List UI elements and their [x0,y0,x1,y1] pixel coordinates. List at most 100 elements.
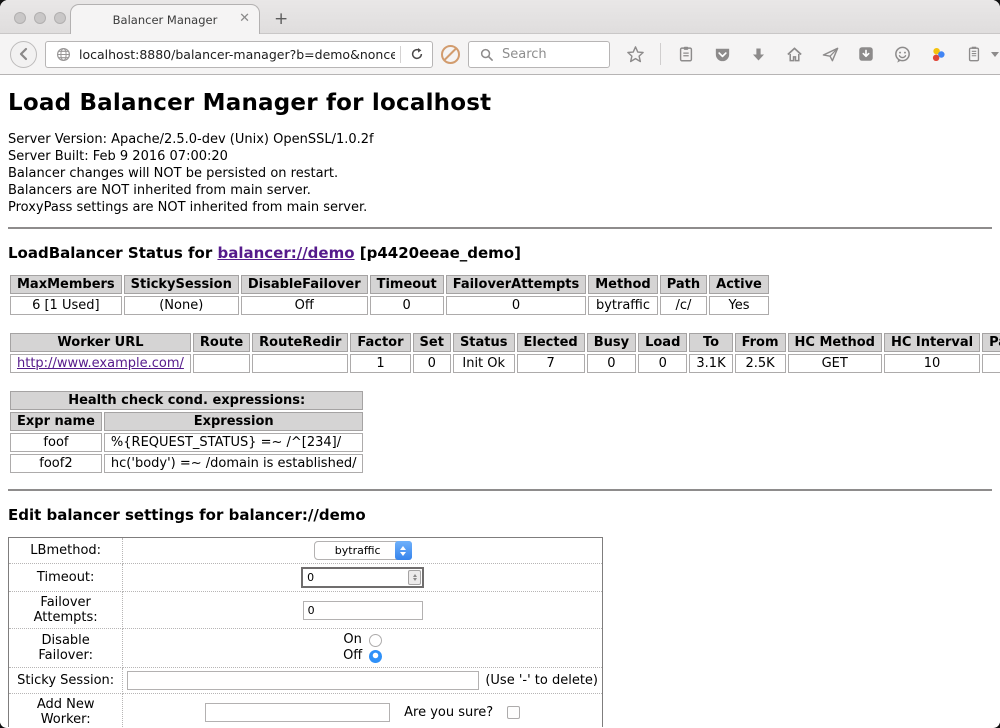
add-worker-row: Add New Worker: Are you sure? [9,694,603,728]
server-version: Server Version: Apache/2.5.0-dev (Unix) … [8,131,992,148]
server-built: Server Built: Feb 9 2016 07:00:20 [8,148,992,165]
dropdown-caret-icon[interactable] [991,52,999,57]
timeout-value: 0 [307,571,408,584]
worker-table-data-row: http://www.example.com/ 1 0 Init Ok 7 0 … [10,354,1000,373]
col-maxmembers: MaxMembers [10,275,122,294]
balancer-demo-link[interactable]: balancer://demo [217,244,354,262]
worker-table-header-row: Worker URL Route RouteRedir Factor Set S… [10,333,1000,352]
reload-icon[interactable] [406,43,428,65]
url-bar[interactable]: localhost:8880/balancer-manager?b=demo&n… [45,41,433,68]
hc-table-row-foof: foof %{REQUEST_STATUS} =~ /^[234]/ [10,433,363,452]
cell-maxmembers: 6 [1 Used] [10,296,122,315]
hc-table-row-foof2: foof2 hc('body') =~ /domain is establish… [10,454,363,473]
col-timeout: Timeout [370,275,444,294]
number-spinner-icon[interactable] [408,570,421,585]
pocket-icon[interactable] [711,43,733,65]
cell-expr-name: foof2 [10,454,102,473]
divider [8,227,992,229]
are-you-sure-checkbox[interactable] [507,706,520,719]
col-stickysession: StickySession [124,275,239,294]
block-icon[interactable] [441,45,460,64]
persist-note: Balancer changes will NOT be persisted o… [8,165,992,182]
balancer-table-data-row: 6 [1 Used] (None) Off 0 0 bytraffic /c/ … [10,296,769,315]
cell-passes: 1 (0) [982,354,1000,373]
bookmark-star-icon[interactable] [624,43,646,65]
timeout-row: Timeout: 0 [9,564,603,592]
balancer-status-table: MaxMembers StickySession DisableFailover… [8,273,771,317]
col-path: Path [660,275,707,294]
disable-failover-row: Disable Failover: On Off [9,629,603,668]
col-set: Set [413,333,451,352]
divider-2 [8,489,992,491]
cell-elected: 7 [517,354,585,373]
edit-balancer-form: LBmethod: bytraffic Timeout: 0 [8,537,603,727]
send-icon[interactable] [819,43,841,65]
tab-bar: Balancer Manager ✕ + [0,0,1000,34]
sticky-session-input[interactable] [127,671,479,690]
url-text[interactable]: localhost:8880/balancer-manager?b=demo&n… [79,47,395,62]
home-icon[interactable] [783,43,805,65]
col-hc-method: HC Method [788,333,882,352]
status-heading-prefix: LoadBalancer Status for [8,244,217,262]
lbmethod-select[interactable]: bytraffic [314,541,412,560]
zoom-window-button[interactable] [54,12,66,24]
col-factor: Factor [350,333,410,352]
window-controls[interactable] [14,12,66,24]
cell-busy: 0 [587,354,636,373]
cell-status: Init Ok [453,354,515,373]
sticky-session-note: (Use '-' to delete) [485,673,598,688]
tab-close-icon[interactable]: ✕ [239,12,250,26]
toolbar-separator [660,43,661,65]
worker-url-link[interactable]: http://www.example.com/ [17,356,184,371]
tab-title: Balancer Manager [113,13,218,27]
lbmethod-label: LBmethod: [9,538,123,564]
cell-disablefailover: Off [241,296,368,315]
close-window-button[interactable] [14,12,26,24]
col-expression: Expression [104,412,364,431]
server-info: Server Version: Apache/2.5.0-dev (Unix) … [8,131,992,216]
add-worker-input[interactable] [205,703,390,722]
minimize-window-button[interactable] [34,12,46,24]
back-button[interactable] [10,41,37,68]
timeout-input[interactable]: 0 [301,567,424,588]
chat-smiley-icon[interactable] [891,43,913,65]
navigation-toolbar: localhost:8880/balancer-manager?b=demo&n… [0,33,1000,75]
col-expr-name: Expr name [10,412,102,431]
battery-icon[interactable] [963,43,985,65]
worker-status-table: Worker URL Route RouteRedir Factor Set S… [8,331,1000,375]
cell-worker-url: http://www.example.com/ [10,354,191,373]
health-check-table: Health check cond. expressions: Expr nam… [8,389,365,475]
lbmethod-row: LBmethod: bytraffic [9,538,603,564]
bookmarks-clipboard-icon[interactable] [675,43,697,65]
cell-from: 2.5K [735,354,786,373]
download-icon[interactable] [747,43,769,65]
radio-on-label: On [343,632,361,648]
cell-expr-name: foof [10,433,102,452]
sticky-session-row: Sticky Session: (Use '-' to delete) [9,668,603,694]
radio-off[interactable] [369,650,382,663]
radio-off-label: Off [343,648,362,664]
hc-table-header-row: Expr name Expression [10,412,363,431]
col-from: From [735,333,786,352]
radio-on[interactable] [369,634,382,647]
back-arrow-icon [13,43,35,65]
cell-hc-interval: 10 [884,354,980,373]
timeout-label: Timeout: [9,564,123,592]
hc-table-title: Health check cond. expressions: [10,391,363,410]
cell-failoverattempts: 0 [446,296,587,315]
failover-attempts-input[interactable]: 0 [303,601,423,620]
search-bar[interactable]: Search [468,41,610,68]
new-tab-button[interactable]: + [274,9,288,29]
tab-balancer-manager[interactable]: Balancer Manager ✕ [70,4,260,34]
cell-path: /c/ [660,296,707,315]
hc-table-title-row: Health check cond. expressions: [10,391,363,410]
status-heading-suffix: [p4420eeae_demo] [355,244,521,262]
colored-dots-icon[interactable] [927,43,949,65]
globe-icon [52,43,74,65]
urlbar-separator [400,46,401,63]
cell-expression: hc('body') =~ /domain is established/ [104,454,364,473]
cell-active: Yes [709,296,769,315]
add-worker-label: Add New Worker: [9,694,123,728]
are-you-sure-label: Are you sure? [404,705,493,720]
reader-square-icon[interactable] [855,43,877,65]
